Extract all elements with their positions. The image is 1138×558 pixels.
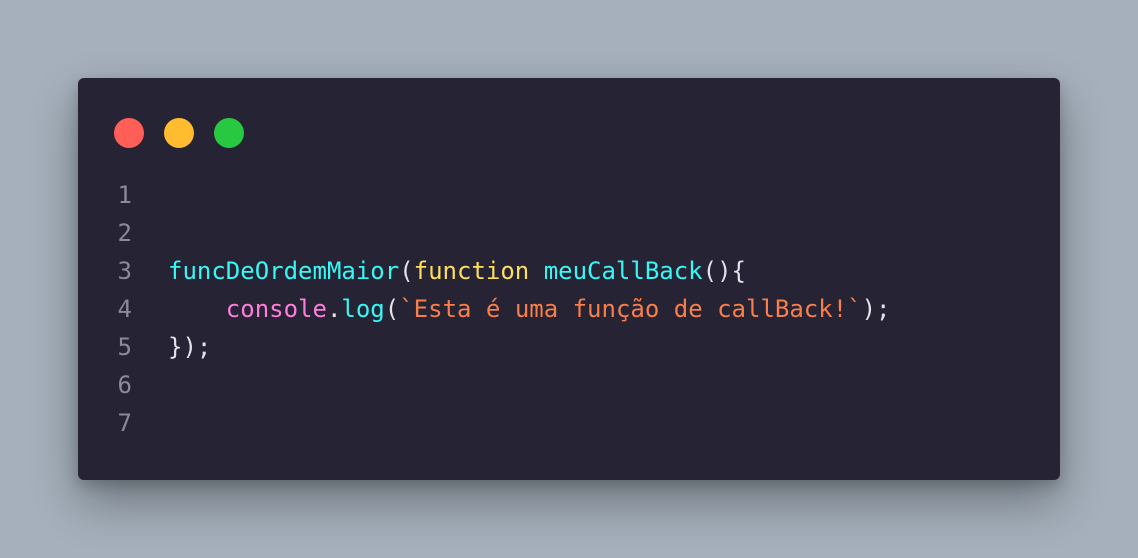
code-line: 1 [78, 176, 1060, 214]
code-token-plain: }); [168, 333, 212, 361]
code-editor[interactable]: 1 2 3 funcDeOrdemMaior(function meuCallBack… [78, 176, 1060, 442]
line-content: funcDeOrdemMaior(function meuCallBack(){ [168, 252, 746, 290]
code-line: 7 [78, 404, 1060, 442]
code-token-function-name: funcDeOrdemMaior [168, 257, 400, 285]
line-number: 4 [117, 295, 132, 323]
line-number: 6 [117, 371, 132, 399]
code-token-plain: ( [399, 257, 414, 285]
code-line: 5}); [78, 328, 1060, 366]
code-token-plain: (){ [702, 257, 746, 285]
line-number: 1 [117, 181, 132, 209]
code-token-function-name: log [341, 295, 385, 323]
code-line: 4 console.log(`Esta é uma função de call… [78, 290, 1060, 328]
line-number: 3 [117, 257, 132, 285]
code-line: 6 [78, 366, 1060, 404]
code-line: 2 [78, 214, 1060, 252]
code-line: 3 funcDeOrdemMaior(function meuCallBack()… [78, 252, 1060, 290]
line-number: 2 [117, 219, 132, 247]
code-window: 1 2 3 funcDeOrdemMaior(function meuCallBack… [78, 78, 1060, 480]
close-dot-icon[interactable] [114, 118, 144, 148]
code-token-object: console [225, 295, 327, 323]
code-token-plain: ); [861, 295, 891, 323]
code-token-string: `Esta é uma função de callBack!` [399, 295, 862, 323]
line-number: 5 [117, 333, 132, 361]
code-token-keyword: function [413, 257, 530, 285]
line-content: console.log(`Esta é uma função de callBa… [168, 290, 891, 328]
minimize-dot-icon[interactable] [164, 118, 194, 148]
code-token-plain: . [326, 295, 342, 323]
code-token-plain: ( [384, 295, 400, 323]
maximize-dot-icon[interactable] [214, 118, 244, 148]
line-number: 7 [117, 409, 132, 437]
line-content: }); [168, 328, 211, 366]
code-token-function-name: meuCallBack [543, 257, 703, 285]
